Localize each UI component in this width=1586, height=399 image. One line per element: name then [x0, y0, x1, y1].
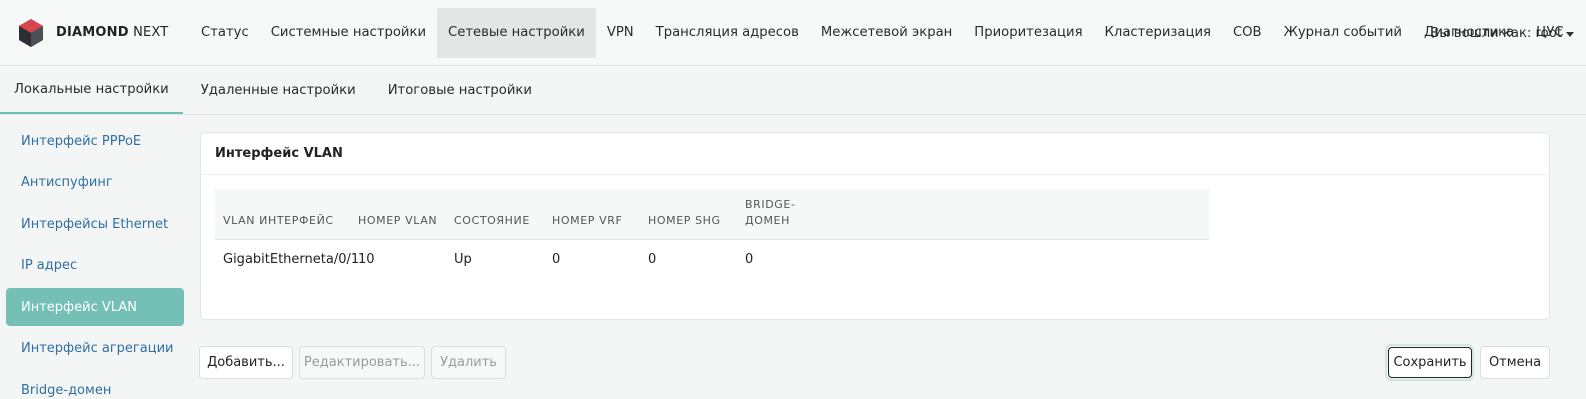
column-header[interactable]: СОСТОЯНИЕ [454, 213, 552, 229]
column-header[interactable]: НОМЕР VLAN [358, 213, 454, 229]
vlan-card: Интерфейс VLAN VLAN ИНТЕРФЕЙС НОМЕР VLAN… [200, 132, 1550, 320]
sidebar-item-bridge-domain[interactable]: Bridge-домен [6, 372, 184, 399]
settings-tabs: Локальные настройки Удаленные настройки … [0, 67, 1586, 115]
cell-bridge-domain: 0 [745, 251, 754, 267]
cell-vrf-number: 0 [552, 251, 561, 267]
sidebar: Интерфейс PPPoE Антиспуфинг Интерфейсы E… [6, 122, 184, 399]
nav-network-settings[interactable]: Сетевые настройки [437, 7, 596, 58]
user-label: Вы вошли как: root [1430, 25, 1562, 41]
cancel-button[interactable]: Отмена [1480, 346, 1550, 379]
add-button[interactable]: Добавить... [199, 346, 293, 379]
main-menu: Статус Системные настройки Сетевые настр… [190, 7, 1575, 58]
nav-vpn[interactable]: VPN [596, 8, 645, 58]
nav-prioritization[interactable]: Приоритезация [963, 8, 1093, 58]
sidebar-item-aggregation[interactable]: Интерфейс агрегации [6, 330, 184, 368]
nav-clustering[interactable]: Кластеризация [1094, 8, 1222, 58]
delete-button[interactable]: Удалить [431, 346, 506, 379]
tab-resulting-settings[interactable]: Итоговые настройки [374, 67, 546, 114]
cell-state: Up [454, 251, 472, 267]
tab-local-settings[interactable]: Локальные настройки [0, 67, 183, 114]
sidebar-item-pppoe[interactable]: Интерфейс PPPoE [6, 122, 184, 160]
nav-system-settings[interactable]: Системные настройки [260, 8, 437, 58]
user-menu[interactable]: Вы вошли как: root [1430, 0, 1574, 66]
cell-shg-number: 0 [648, 251, 657, 267]
table-row[interactable]: GigabitEtherneta/0/1 10 Up 0 0 0 [215, 240, 1209, 278]
chevron-down-icon [1566, 31, 1574, 37]
column-header[interactable]: НОМЕР VRF [552, 213, 648, 229]
sidebar-item-ethernet[interactable]: Интерфейсы Ethernet [6, 205, 184, 243]
nav-address-translation[interactable]: Трансляция адресов [645, 8, 810, 58]
column-header[interactable]: VLAN ИНТЕРФЕЙС [215, 213, 358, 229]
card-title: Интерфейс VLAN [201, 133, 1549, 175]
table-header: VLAN ИНТЕРФЕЙС НОМЕР VLAN СОСТОЯНИЕ НОМЕ… [215, 189, 1209, 240]
brand[interactable]: DIAMOND NEXT [0, 18, 190, 48]
top-navigation-bar: DIAMOND NEXT Статус Системные настройки … [0, 0, 1586, 66]
tab-remote-settings[interactable]: Удаленные настройки [183, 67, 374, 114]
cell-vlan-interface: GigabitEtherneta/0/1 [223, 251, 360, 267]
vlan-table: VLAN ИНТЕРФЕЙС НОМЕР VLAN СОСТОЯНИЕ НОМЕ… [215, 189, 1209, 278]
sidebar-item-antispoofing[interactable]: Антиспуфинг [6, 164, 184, 202]
nav-status[interactable]: Статус [190, 8, 260, 58]
nav-firewall[interactable]: Межсетевой экран [810, 8, 963, 58]
sidebar-item-ip-address[interactable]: IP адрес [6, 247, 184, 285]
nav-ids[interactable]: СОВ [1222, 8, 1273, 58]
sidebar-item-vlan[interactable]: Интерфейс VLAN [6, 288, 184, 327]
column-header[interactable]: BRIDGE- ДОМЕН [745, 197, 825, 229]
cell-vlan-number: 10 [358, 251, 375, 267]
save-button[interactable]: Сохранить [1388, 347, 1472, 378]
edit-button[interactable]: Редактировать... [299, 346, 425, 379]
nav-event-log[interactable]: Журнал событий [1273, 8, 1413, 58]
column-header[interactable]: НОМЕР SHG [648, 213, 745, 229]
brand-name: DIAMOND NEXT [56, 25, 169, 40]
diamond-logo-icon [19, 18, 43, 47]
